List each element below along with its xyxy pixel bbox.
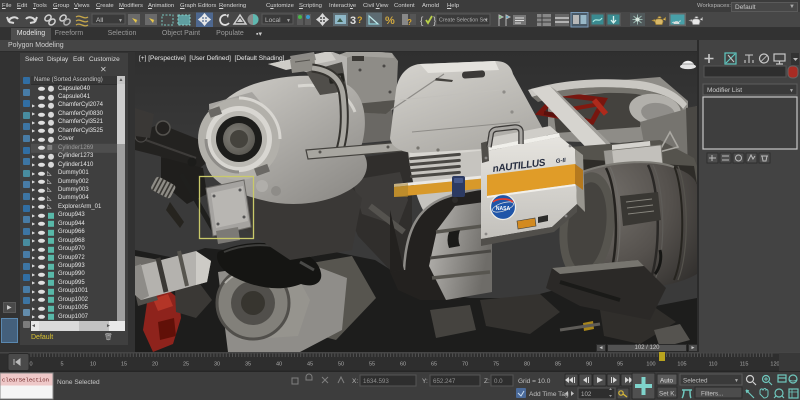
svg-text:65: 65 xyxy=(431,362,437,368)
svg-text:None Selected: None Selected xyxy=(57,379,100,386)
svg-text:X:: X: xyxy=(352,378,358,385)
svg-text:?: ? xyxy=(407,18,412,27)
svg-text:clearSelection: clearSelection xyxy=(2,377,49,384)
svg-text:10: 10 xyxy=(90,362,96,368)
svg-text:▼: ▼ xyxy=(789,88,794,94)
svg-text:95: 95 xyxy=(617,362,623,368)
svg-text:80: 80 xyxy=(524,362,530,368)
svg-text:15: 15 xyxy=(121,362,127,368)
svg-text:0: 0 xyxy=(29,362,32,368)
svg-text:NASA: NASA xyxy=(496,206,511,212)
svg-text:105: 105 xyxy=(677,362,686,368)
svg-text:Z:: Z: xyxy=(484,378,490,385)
svg-text:85: 85 xyxy=(555,362,561,368)
svg-text:All: All xyxy=(96,17,104,24)
svg-text:45: 45 xyxy=(307,362,313,368)
svg-text:75: 75 xyxy=(493,362,499,368)
svg-text:25: 25 xyxy=(183,362,189,368)
svg-text:▼: ▼ xyxy=(286,18,291,24)
svg-text:1634.593: 1634.593 xyxy=(363,378,389,385)
svg-text:102: 102 xyxy=(581,391,592,398)
svg-text:0.0: 0.0 xyxy=(494,378,503,385)
svg-text:Local: Local xyxy=(265,17,281,24)
svg-text:Add Time Tag: Add Time Tag xyxy=(529,391,569,398)
svg-text:3: 3 xyxy=(350,15,356,27)
svg-text:Y:: Y: xyxy=(422,378,428,385)
svg-text:30: 30 xyxy=(214,362,220,368)
svg-text:20: 20 xyxy=(152,362,158,368)
svg-text:120: 120 xyxy=(770,362,779,368)
svg-text:110: 110 xyxy=(709,362,718,368)
svg-text:G-II: G-II xyxy=(556,158,567,165)
svg-text:Selected: Selected xyxy=(683,378,708,385)
svg-text:Modifier List: Modifier List xyxy=(707,87,742,94)
svg-text:60: 60 xyxy=(400,362,406,368)
svg-text:?: ? xyxy=(357,15,363,25)
svg-text:90: 90 xyxy=(586,362,592,368)
svg-text:5: 5 xyxy=(60,362,63,368)
svg-text:55: 55 xyxy=(369,362,375,368)
svg-text:Grid = 10.0: Grid = 10.0 xyxy=(518,378,551,385)
svg-text:Create Selection Set: Create Selection Set xyxy=(439,18,488,24)
svg-text:Set K.: Set K. xyxy=(659,391,676,398)
svg-text:{: { xyxy=(420,16,424,27)
svg-text:Auto: Auto xyxy=(660,378,673,385)
svg-text:70: 70 xyxy=(462,362,468,368)
svg-text:▼: ▼ xyxy=(118,18,123,24)
svg-text:%: % xyxy=(385,15,395,27)
svg-text:40: 40 xyxy=(276,362,282,368)
svg-text:652.247: 652.247 xyxy=(433,378,456,385)
svg-text:▼: ▼ xyxy=(734,378,739,384)
svg-text:100: 100 xyxy=(646,362,655,368)
svg-text:50: 50 xyxy=(338,362,344,368)
svg-text:115: 115 xyxy=(740,362,749,368)
svg-text:▼: ▼ xyxy=(484,18,488,23)
svg-text:Filters...: Filters... xyxy=(701,391,724,398)
svg-text:35: 35 xyxy=(245,362,251,368)
